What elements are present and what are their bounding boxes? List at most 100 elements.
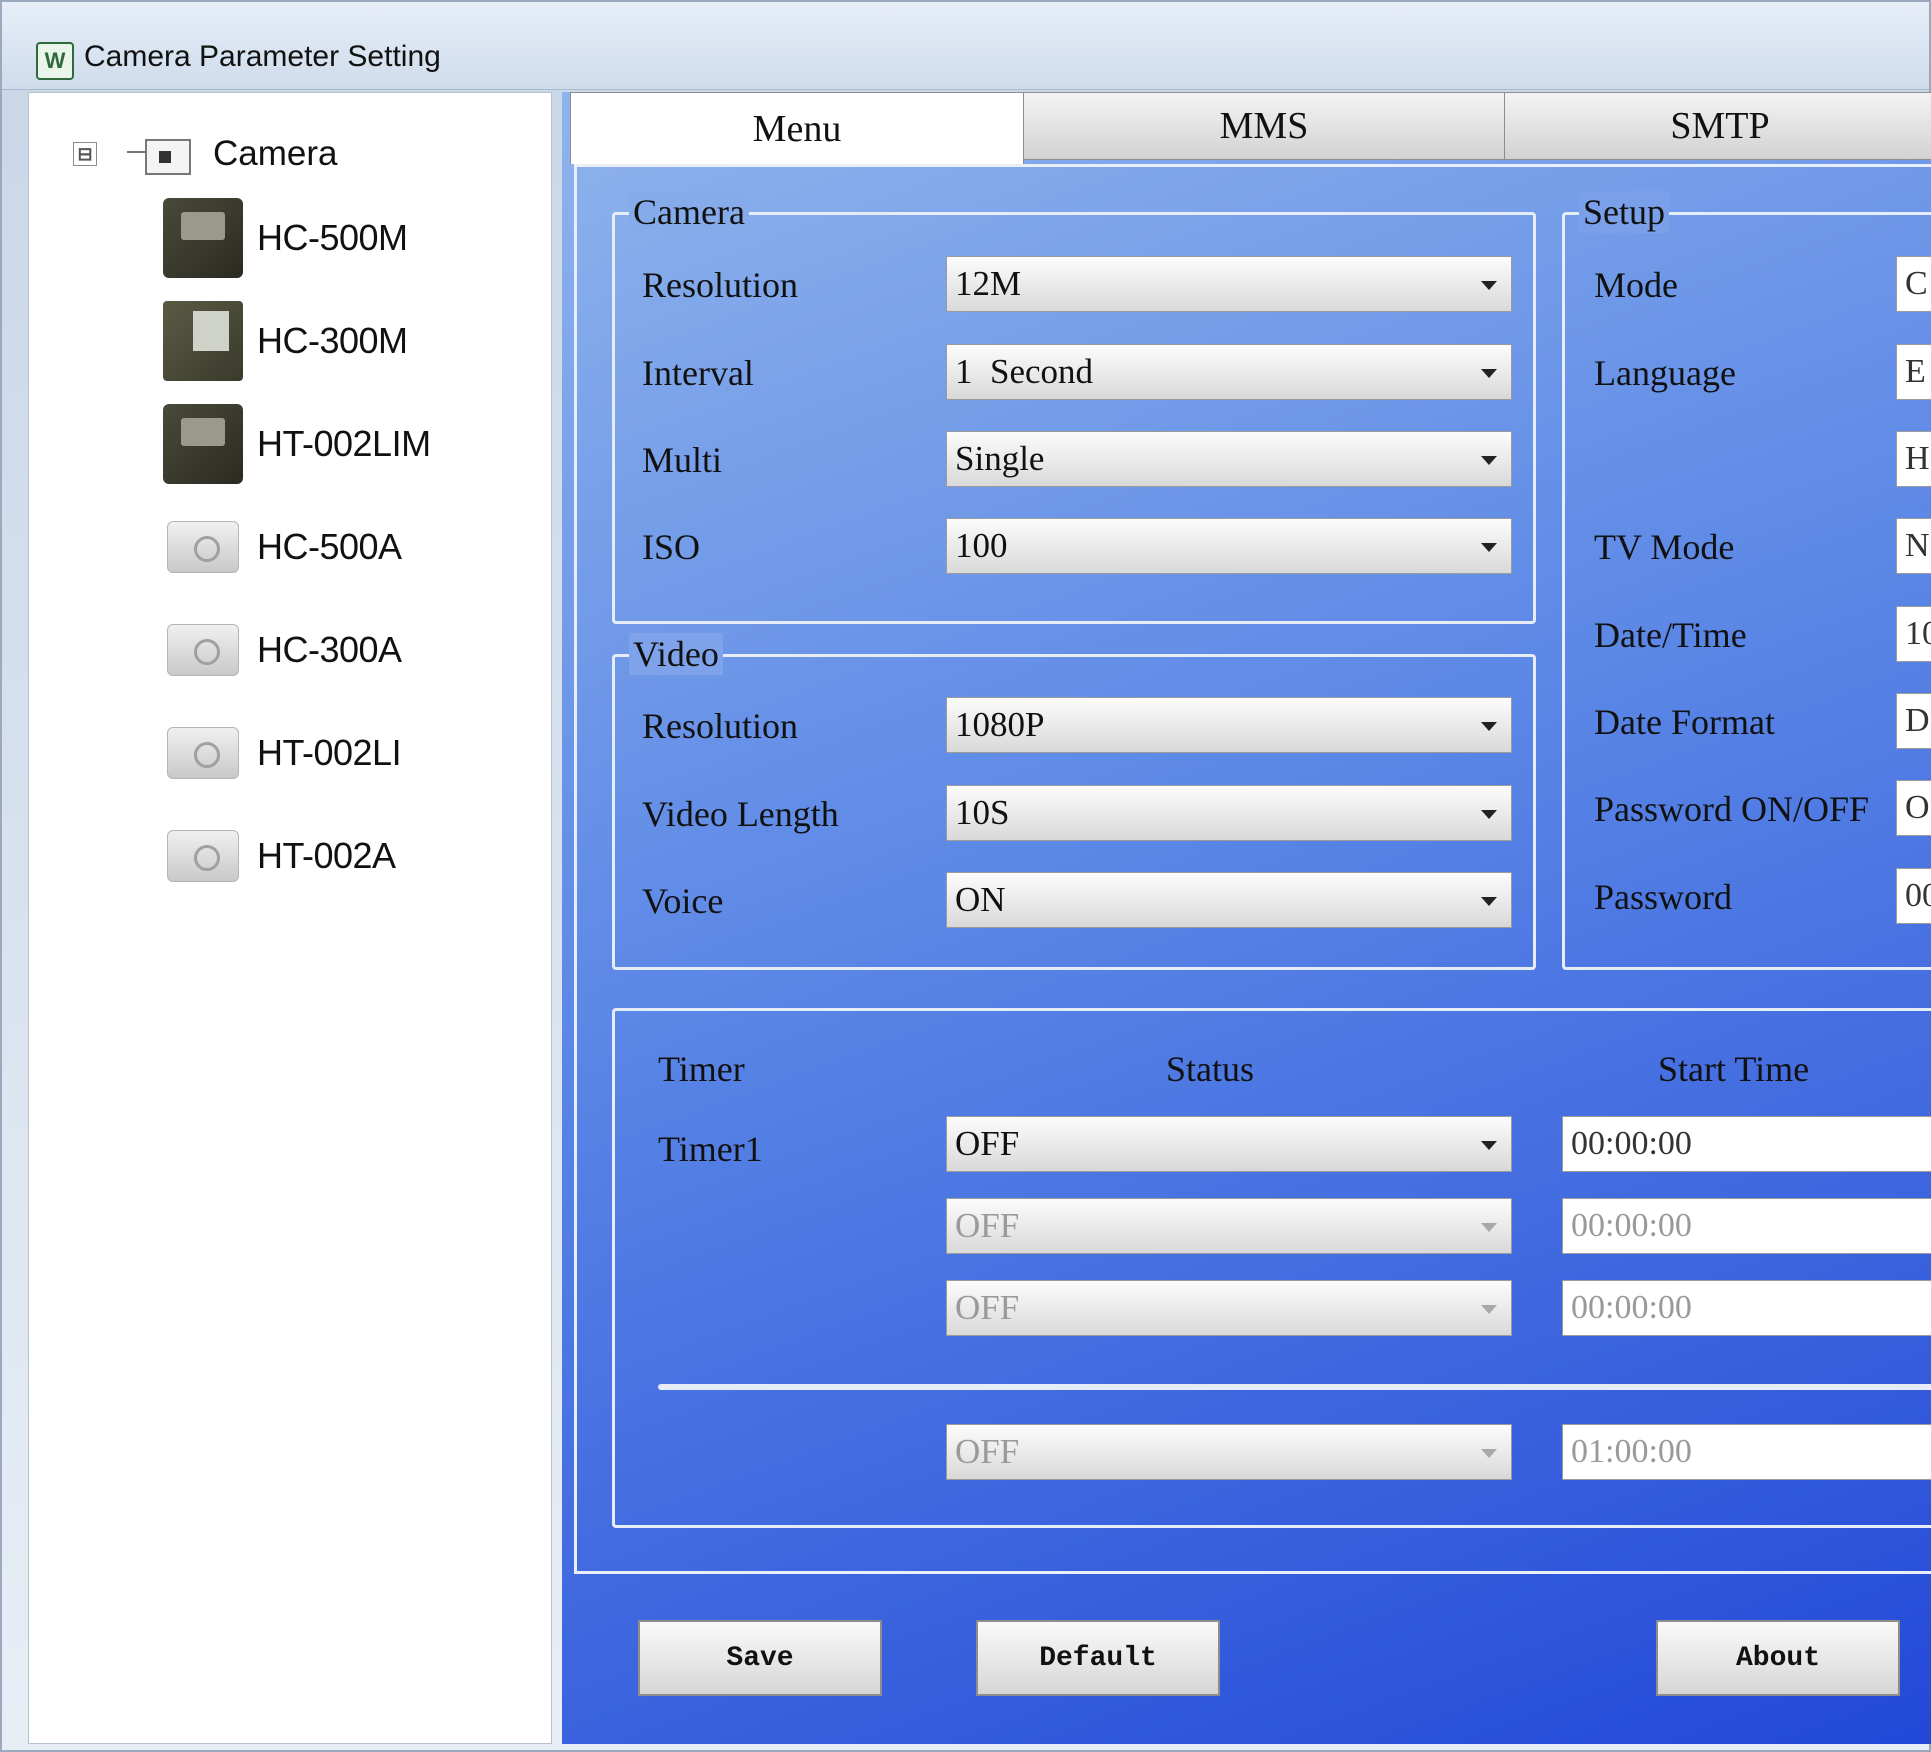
status-header: Status: [1166, 1049, 1255, 1089]
iso-value: 100: [955, 526, 1008, 565]
camera-device-icon: [167, 727, 239, 779]
timer2-start-time-field[interactable]: 00:00:00: [1562, 1198, 1931, 1254]
iso-select[interactable]: 100: [946, 518, 1512, 574]
tree-root-camera[interactable]: ⊟ Camera: [73, 129, 337, 179]
voice-label: Voice: [642, 881, 724, 921]
camera-device-icon: [163, 198, 243, 278]
default-button[interactable]: Default: [976, 1620, 1220, 1696]
interval-select[interactable]: 1 Second: [946, 344, 1512, 400]
video-length-value: 10S: [955, 793, 1010, 832]
time-lapse-status-value: OFF: [955, 1432, 1020, 1471]
timer3-status-value: OFF: [955, 1288, 1020, 1327]
camera-resolution-label: Resolution: [642, 265, 799, 305]
camera-device-icon: [167, 521, 239, 573]
hidden-setting-select[interactable]: H: [1896, 431, 1931, 487]
interval-label: Interval: [642, 353, 754, 393]
tree-item-label: HC-500A: [257, 526, 402, 567]
settings-panel: Menu MMS SMTP Camera Resolution 12M Inte…: [562, 92, 1931, 1744]
video-resolution-value: 1080P: [955, 705, 1045, 744]
password-field[interactable]: 00: [1896, 868, 1931, 924]
multi-label: Multi: [642, 440, 723, 480]
multi-select[interactable]: Single: [946, 431, 1512, 487]
dropdown-arrow-icon: [1481, 281, 1497, 290]
tab-smtp[interactable]: SMTP: [1504, 92, 1931, 160]
voice-value: ON: [955, 880, 1006, 919]
dropdown-arrow-icon: [1481, 810, 1497, 819]
timer2-status-select[interactable]: OFF: [946, 1198, 1512, 1254]
video-resolution-select[interactable]: 1080P: [946, 697, 1512, 753]
save-button[interactable]: Save: [638, 1620, 882, 1696]
setup-group: Setup: [1562, 191, 1931, 970]
timer1-start-time-field[interactable]: 00:00:00: [1562, 1116, 1931, 1172]
dropdown-arrow-icon: [1481, 722, 1497, 731]
date-time-field[interactable]: 10: [1896, 606, 1931, 662]
camera-device-icon: [163, 404, 243, 484]
password-toggle-label: Password ON/OFF: [1594, 789, 1870, 829]
video-group-legend: Video: [629, 633, 723, 675]
video-length-label: Video Length: [642, 794, 839, 834]
tree-item-label: HC-500M: [257, 217, 408, 258]
time-lapse-interval-field[interactable]: 01:00:00: [1562, 1424, 1931, 1480]
dropdown-arrow-icon: [1481, 543, 1497, 552]
dropdown-arrow-icon: [1481, 1223, 1497, 1232]
voice-select[interactable]: ON: [946, 872, 1512, 928]
tree-item-ht-002lim[interactable]: HT-002LIM: [163, 404, 431, 484]
tree-item-ht-002li[interactable]: HT-002LI: [163, 718, 402, 788]
tree-item-label: HT-002A: [257, 835, 396, 876]
tree-item-hc-300a[interactable]: HC-300A: [163, 615, 402, 685]
timer-separator: [658, 1384, 1931, 1390]
timer-header: Timer: [658, 1049, 745, 1089]
collapse-icon[interactable]: ⊟: [73, 142, 97, 166]
tree-root-label: Camera: [213, 134, 338, 173]
tree-item-ht-002a[interactable]: HT-002A: [163, 821, 396, 891]
tree-item-hc-500m[interactable]: HC-500M: [163, 198, 408, 278]
language-label: Language: [1594, 353, 1736, 393]
tree-item-hc-300m[interactable]: HC-300M: [163, 301, 408, 381]
date-format-label: Date Format: [1594, 702, 1775, 742]
mode-label: Mode: [1594, 265, 1678, 305]
date-time-label: Date/Time: [1594, 615, 1747, 655]
dropdown-arrow-icon: [1481, 1141, 1497, 1150]
camera-device-icon: [167, 830, 239, 882]
timer2-status-value: OFF: [955, 1206, 1020, 1245]
camera-resolution-value: 12M: [955, 264, 1022, 303]
start-time-header: Start Time: [1658, 1049, 1810, 1089]
language-select[interactable]: E: [1896, 344, 1931, 400]
timer3-start-time-field[interactable]: 00:00:00: [1562, 1280, 1931, 1336]
mode-select[interactable]: C: [1896, 256, 1931, 312]
dropdown-arrow-icon: [1481, 1449, 1497, 1458]
about-button[interactable]: About: [1656, 1620, 1900, 1696]
dropdown-arrow-icon: [1481, 369, 1497, 378]
timer1-status-value: OFF: [955, 1124, 1020, 1163]
camera-device-icon: [167, 624, 239, 676]
timer3-status-select[interactable]: OFF: [946, 1280, 1512, 1336]
video-length-select[interactable]: 10S: [946, 785, 1512, 841]
tv-mode-select[interactable]: N: [1896, 518, 1931, 574]
iso-label: ISO: [642, 527, 701, 567]
title-bar: W Camera Parameter Setting: [2, 2, 1929, 90]
timer1-status-select[interactable]: OFF: [946, 1116, 1512, 1172]
window-title: Camera Parameter Setting: [84, 40, 441, 73]
tree-item-label: HT-002LIM: [257, 423, 431, 464]
tree-item-hc-500a[interactable]: HC-500A: [163, 512, 402, 582]
tree-item-label: HC-300A: [257, 629, 402, 670]
password-toggle-select[interactable]: O: [1896, 780, 1931, 836]
tv-mode-label: TV Mode: [1594, 527, 1735, 567]
time-lapse-status-select[interactable]: OFF: [946, 1424, 1512, 1480]
tab-mms[interactable]: MMS: [1022, 92, 1506, 160]
app-window: W Camera Parameter Setting ⊟ Camera HC-5…: [0, 0, 1931, 1752]
video-resolution-label: Resolution: [642, 706, 799, 746]
setup-group-legend: Setup: [1579, 191, 1670, 233]
dropdown-arrow-icon: [1481, 897, 1497, 906]
tree-item-label: HT-002LI: [257, 732, 402, 773]
timer1-label: Timer1: [658, 1129, 763, 1169]
password-label: Password: [1594, 877, 1733, 917]
camera-resolution-select[interactable]: 12M: [946, 256, 1512, 312]
camera-network-icon: [127, 131, 197, 177]
multi-value: Single: [955, 439, 1045, 478]
dropdown-arrow-icon: [1481, 456, 1497, 465]
app-icon: W: [36, 42, 74, 80]
date-format-select[interactable]: D: [1896, 693, 1931, 749]
tab-menu[interactable]: Menu: [570, 92, 1024, 164]
tree-item-label: HC-300M: [257, 320, 408, 361]
